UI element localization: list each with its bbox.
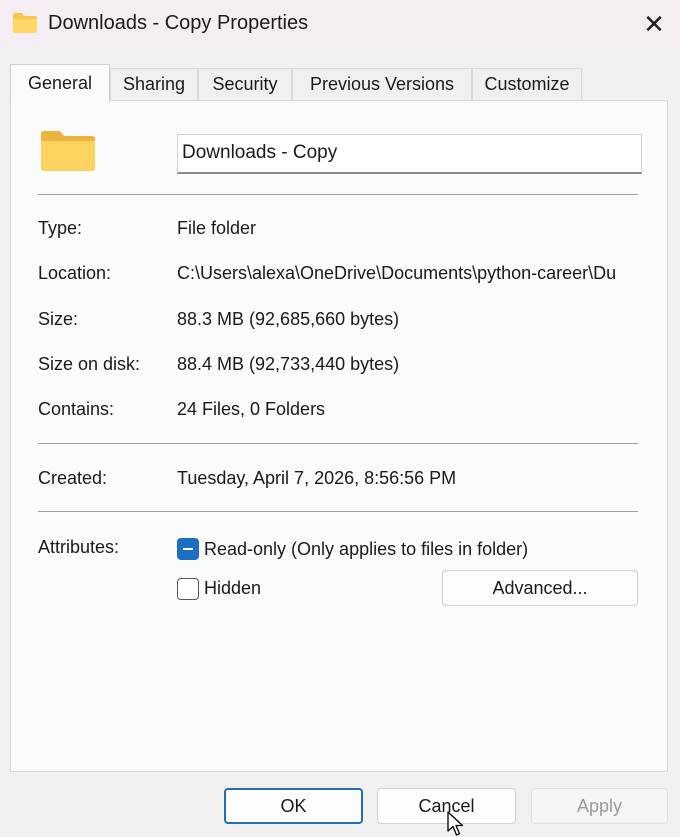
contains-value: 24 Files, 0 Folders xyxy=(177,399,326,419)
tab-previous-versions[interactable]: Previous Versions xyxy=(292,68,472,100)
close-button[interactable]: ✕ xyxy=(628,0,680,48)
type-label: Type: xyxy=(38,218,83,238)
tab-sharing[interactable]: Sharing xyxy=(110,68,198,100)
size-on-disk-label: Size on disk: xyxy=(38,354,141,374)
advanced-button[interactable]: Advanced... xyxy=(442,570,638,606)
ok-button[interactable]: OK xyxy=(224,788,363,824)
divider xyxy=(38,443,638,444)
hidden-checkbox[interactable] xyxy=(177,578,199,600)
size-on-disk-value: 88.4 MB (92,733,440 bytes) xyxy=(177,354,400,374)
title-bar: Downloads - Copy Properties ✕ xyxy=(0,0,680,50)
type-value: File folder xyxy=(177,218,257,238)
contains-label: Contains: xyxy=(38,399,115,419)
created-label: Created: xyxy=(38,468,108,488)
size-value: 88.3 MB (92,685,660 bytes) xyxy=(177,309,400,329)
location-label: Location: xyxy=(38,263,112,283)
tab-general[interactable]: General xyxy=(10,64,110,102)
general-panel xyxy=(10,100,668,772)
readonly-label[interactable]: Read-only (Only applies to files in fold… xyxy=(204,539,528,560)
folder-icon xyxy=(12,12,38,39)
size-label: Size: xyxy=(38,309,79,329)
attributes-label: Attributes: xyxy=(38,537,120,557)
apply-button[interactable]: Apply xyxy=(531,788,668,824)
tab-customize[interactable]: Customize xyxy=(472,68,582,100)
readonly-checkbox[interactable] xyxy=(177,538,199,560)
created-value: Tuesday, April 7, 2026, 8:56:56 PM xyxy=(177,468,457,488)
close-icon: ✕ xyxy=(643,8,665,39)
window-title: Downloads - Copy Properties xyxy=(48,12,309,34)
folder-icon xyxy=(40,130,96,177)
location-value[interactable]: C:\Users\alexa\OneDrive\Documents\python… xyxy=(177,263,642,284)
divider xyxy=(38,194,638,195)
folder-name-input[interactable] xyxy=(177,134,642,174)
mouse-pointer-icon xyxy=(447,811,465,837)
hidden-label[interactable]: Hidden xyxy=(204,578,261,599)
divider xyxy=(38,511,638,512)
tab-security[interactable]: Security xyxy=(198,68,292,100)
